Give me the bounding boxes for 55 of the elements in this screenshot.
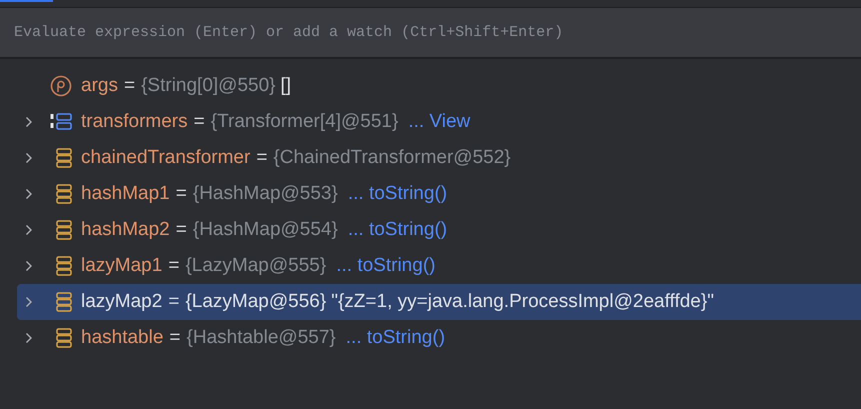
stack-icon — [56, 292, 72, 312]
type-reference: {Transformer[4]@551} — [210, 110, 398, 134]
type-reference: {LazyMap@556} — [185, 290, 326, 314]
variable-row[interactable]: hashtable = {Hashtable@557} ... toString() — [17, 320, 861, 356]
variable-row[interactable]: hashMap1 = {HashMap@553} ... toString() — [17, 176, 861, 212]
type-reference: {HashMap@554} — [192, 218, 338, 242]
stack-icon — [56, 184, 72, 204]
variable-name: chainedTransformer — [81, 146, 250, 170]
array-icon — [50, 112, 72, 132]
variable-row[interactable]: lazyMap1 = {LazyMap@555} ... toString() — [17, 248, 861, 284]
view-link[interactable]: ... toString() — [348, 216, 448, 244]
view-link[interactable]: ... toString() — [336, 252, 436, 280]
type-reference: {LazyMap@555} — [185, 254, 326, 278]
stack-icon — [56, 220, 72, 240]
variable-name: hashMap1 — [81, 182, 170, 206]
equals-sign: = — [169, 326, 181, 350]
stack-icon — [56, 328, 72, 348]
variable-row[interactable]: transformers = {Transformer[4]@551} ... View — [17, 104, 861, 140]
type-reference: {Hashtable@557} — [186, 326, 336, 350]
equals-sign: = — [176, 182, 187, 206]
expand-chevron-icon[interactable] — [25, 296, 33, 308]
expand-chevron-icon[interactable] — [25, 152, 33, 164]
expand-chevron-icon[interactable] — [25, 260, 33, 272]
evaluate-field[interactable]: Evaluate expression (Enter) or add a watch (Ctrl+Shift+Enter) — [0, 8, 861, 59]
variable-row[interactable]: lazyMap2 = {LazyMap@556} "{zZ=1, yy=java.lang.ProcessImpl@2eafffde}" — [17, 284, 861, 320]
variable-name: args — [81, 74, 118, 98]
expand-chevron-icon[interactable] — [25, 188, 33, 200]
type-reference: {ChainedTransformer@552} — [273, 146, 511, 170]
variable-row[interactable]: hashMap2 = {HashMap@554} ... toString() — [17, 212, 861, 248]
expand-chevron-icon[interactable] — [25, 224, 33, 236]
expand-chevron-icon[interactable] — [25, 116, 33, 128]
view-link[interactable]: ... toString() — [346, 324, 446, 352]
view-link[interactable]: ... View — [408, 108, 470, 136]
equals-sign: = — [194, 110, 205, 134]
variable-value: [] — [280, 74, 292, 98]
equals-sign: = — [256, 146, 268, 170]
equals-sign: = — [124, 74, 136, 98]
equals-sign: = — [176, 218, 187, 242]
variable-name: transformers — [81, 110, 188, 134]
expand-chevron-icon[interactable] — [25, 332, 33, 344]
stack-icon — [56, 256, 72, 276]
type-reference: {String[0]@550} — [141, 74, 276, 98]
parameter-icon — [50, 75, 72, 97]
type-reference: {HashMap@553} — [192, 182, 338, 206]
variable-name: hashtable — [81, 326, 164, 350]
equals-sign: = — [168, 290, 180, 314]
variable-row[interactable]: args = {String[0]@550} [] — [17, 68, 861, 104]
variable-name: lazyMap1 — [81, 254, 162, 278]
equals-sign: = — [168, 254, 180, 278]
variable-value: "{zZ=1, yy=java.lang.ProcessImpl@2eafffde}" — [331, 290, 714, 314]
stack-icon — [56, 148, 72, 168]
variable-name: hashMap2 — [81, 218, 170, 242]
variable-name: lazyMap2 — [81, 290, 162, 314]
variable-row[interactable]: chainedTransformer = {ChainedTransformer@552} — [17, 140, 861, 176]
view-link[interactable]: ... toString() — [348, 180, 448, 208]
